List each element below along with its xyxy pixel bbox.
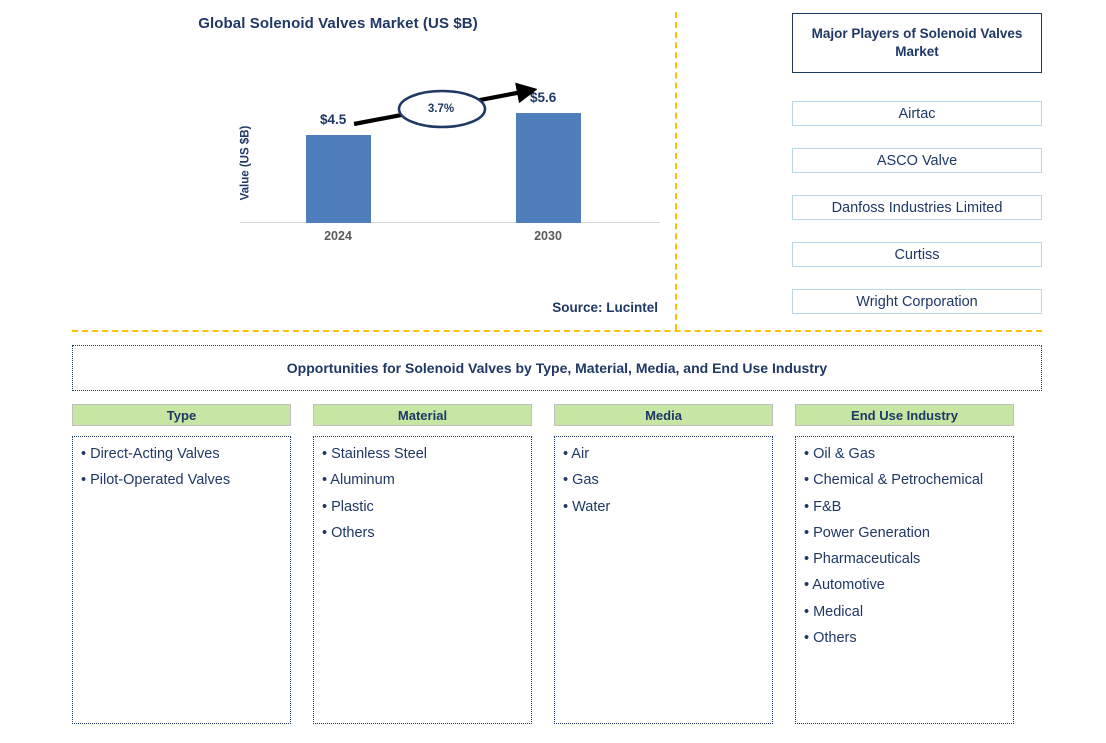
opportunity-column: Type • Direct-Acting Valves • Pilot-Operat… bbox=[72, 404, 291, 724]
column-header: Material bbox=[313, 404, 532, 426]
major-players-panel: Major Players of Solenoid Valves Market … bbox=[792, 13, 1042, 314]
column-header: Media bbox=[554, 404, 773, 426]
list-item: • F&B bbox=[804, 498, 842, 515]
player-box[interactable]: Curtiss bbox=[792, 242, 1042, 267]
list-item: • Others bbox=[804, 629, 857, 646]
column-header: End Use Industry bbox=[795, 404, 1014, 426]
list-item: • Direct-Acting Valves bbox=[81, 446, 220, 462]
x-label-2024: 2024 bbox=[324, 229, 352, 243]
chart-title: Global Solenoid Valves Market (US $B) bbox=[198, 15, 478, 32]
list-item: • Gas bbox=[563, 472, 599, 489]
market-chart-panel: Global Solenoid Valves Market (US $B) Va… bbox=[0, 0, 676, 330]
list-item: • Water bbox=[563, 498, 611, 515]
vertical-divider bbox=[675, 12, 677, 330]
column-body: • Air • Gas • Water bbox=[554, 436, 773, 724]
player-box[interactable]: Danfoss Industries Limited bbox=[792, 195, 1042, 220]
list-item: • Air bbox=[563, 446, 590, 462]
major-players-list: Airtac ASCO Valve Danfoss Industries Limit… bbox=[792, 101, 1042, 314]
opportunity-column: Material • Stainless Steel • Aluminum • Pla… bbox=[313, 404, 532, 724]
column-header: Type bbox=[72, 404, 291, 426]
opportunity-column: End Use Industry • Oil & Gas • Chemical & … bbox=[795, 404, 1014, 724]
opportunities-columns: Type • Direct-Acting Valves • Pilot-Operat… bbox=[72, 404, 1042, 724]
opportunity-column: Media • Air • Gas • Water bbox=[554, 404, 773, 724]
player-box[interactable]: Wright Corporation bbox=[792, 289, 1042, 314]
list-item: • Medical bbox=[804, 603, 864, 620]
list-item: • Aluminum bbox=[322, 472, 395, 489]
horizontal-divider bbox=[72, 330, 1042, 332]
x-label-2030: 2030 bbox=[534, 229, 562, 243]
cagr-value: 3.7% bbox=[427, 103, 455, 115]
player-box[interactable]: Airtac bbox=[792, 101, 1042, 126]
column-body: • Stainless Steel • Aluminum • Plastic • Ot… bbox=[313, 436, 532, 724]
list-item: • Plastic bbox=[322, 498, 374, 515]
column-body: • Direct-Acting Valves • Pilot-Operated V… bbox=[72, 436, 291, 724]
list-item: • Oil & Gas bbox=[804, 446, 876, 462]
list-item: • Pharmaceuticals bbox=[804, 551, 921, 568]
list-item: • Automotive bbox=[804, 577, 885, 594]
list-item: • Stainless Steel bbox=[322, 446, 428, 462]
source-note: Source: Lucintel bbox=[552, 300, 658, 315]
list-item: • Pilot-Operated Valves bbox=[81, 472, 231, 489]
bar-2024 bbox=[306, 135, 371, 223]
list-item: • Power Generation bbox=[804, 524, 930, 541]
column-body: • Oil & Gas • Chemical & Petrochemical • F… bbox=[795, 436, 1014, 724]
list-item: • Chemical & Petrochemical bbox=[804, 472, 984, 489]
major-players-header: Major Players of Solenoid Valves Market bbox=[792, 13, 1042, 73]
opportunities-banner: Opportunities for Solenoid Valves by Typ… bbox=[72, 345, 1042, 391]
bar-value-2024: $4.5 bbox=[320, 112, 347, 127]
player-box[interactable]: ASCO Valve bbox=[792, 148, 1042, 173]
list-item: • Others bbox=[322, 524, 375, 541]
